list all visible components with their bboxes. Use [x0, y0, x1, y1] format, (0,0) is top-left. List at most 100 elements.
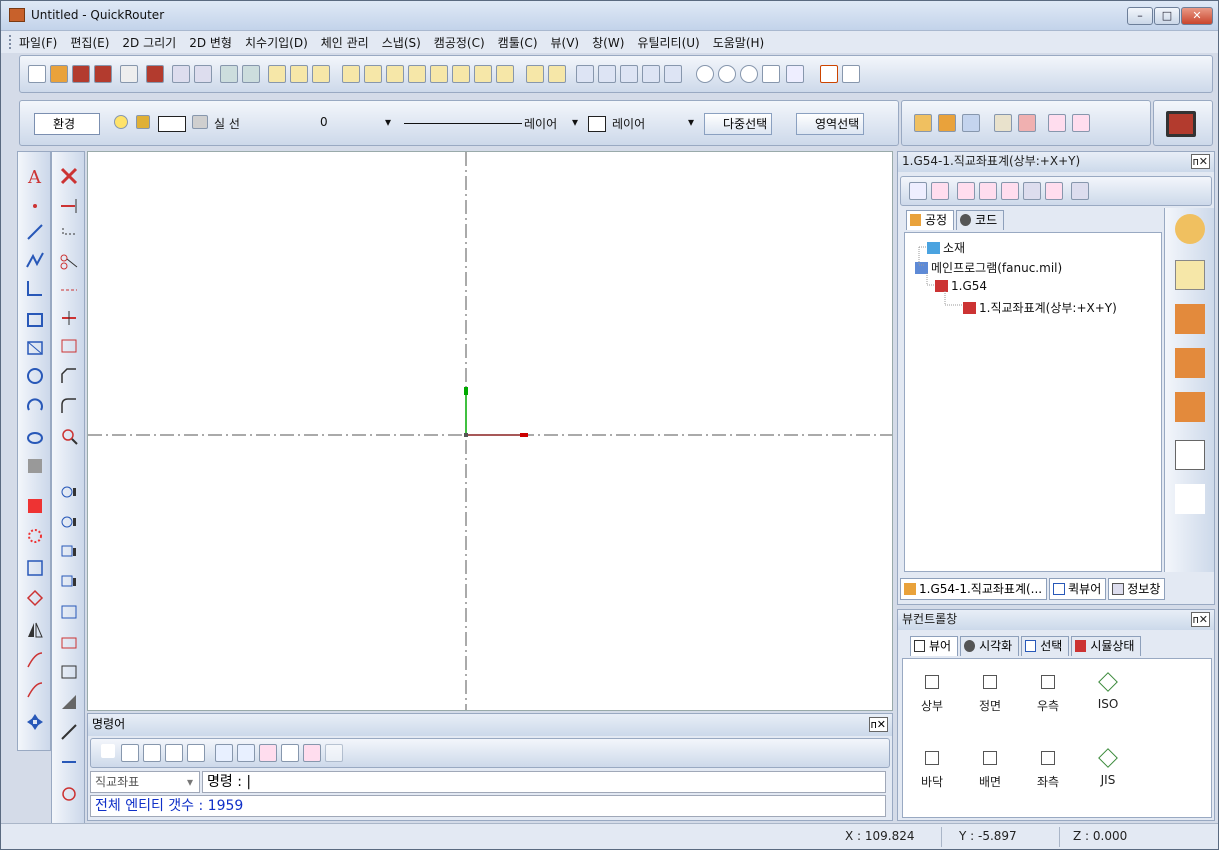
- layer-label-1[interactable]: 레이어: [524, 115, 557, 132]
- select-icon[interactable]: [268, 65, 286, 83]
- ucs-icon[interactable]: [548, 65, 566, 83]
- cmd-point-icon[interactable]: [101, 744, 115, 758]
- open-file-icon[interactable]: [50, 65, 68, 83]
- process-tool2-icon[interactable]: [979, 182, 997, 200]
- move-icon[interactable]: [25, 712, 45, 732]
- menu-cam-tool[interactable]: 캠툴(C): [498, 34, 538, 51]
- delete-icon[interactable]: [59, 166, 79, 186]
- cmd-shape-icon[interactable]: [259, 744, 277, 762]
- extend-icon[interactable]: [59, 196, 79, 216]
- pocket-island-icon[interactable]: [59, 632, 79, 652]
- view-control-pin-close-icon[interactable]: ᴨ✕: [1190, 612, 1210, 627]
- snap-triangle-icon[interactable]: [408, 65, 426, 83]
- close-button[interactable]: ✕: [1181, 7, 1213, 25]
- line-width-dropdown-icon[interactable]: ▾: [385, 115, 391, 129]
- tab-process-view[interactable]: 1.G54-1.직교좌표계(...: [900, 578, 1048, 600]
- zoom-in-icon[interactable]: [696, 65, 714, 83]
- circular-array-icon[interactable]: [25, 526, 45, 546]
- endmill-1-icon[interactable]: [1175, 304, 1205, 334]
- layer-dropdown-icon-2[interactable]: ▾: [688, 115, 694, 129]
- menu-cam-process[interactable]: 캠공정(C): [434, 34, 485, 51]
- line-draw-icon[interactable]: [25, 222, 45, 242]
- view-back-button[interactable]: 배면: [965, 751, 1015, 790]
- polyline-icon[interactable]: [842, 65, 860, 83]
- line-width-value[interactable]: 0: [320, 115, 328, 129]
- trim-icon[interactable]: [59, 224, 79, 244]
- snap-intersect-icon[interactable]: [496, 65, 514, 83]
- view-bottom-button[interactable]: 바닥: [907, 751, 957, 790]
- scissors-icon[interactable]: [59, 252, 79, 272]
- mirror-icon[interactable]: [25, 620, 45, 640]
- linetype-label[interactable]: 실 선: [214, 115, 240, 132]
- zoom-value-icon[interactable]: [576, 65, 594, 83]
- endmill-2-icon[interactable]: [1175, 348, 1205, 378]
- tab-code[interactable]: 코드: [956, 210, 1005, 230]
- lock-icon[interactable]: [136, 115, 150, 129]
- process-calc2-icon[interactable]: [931, 182, 949, 200]
- tab-visualize[interactable]: 시각화: [960, 636, 1020, 656]
- break-icon[interactable]: [59, 280, 79, 300]
- view-jis-button[interactable]: JIS: [1083, 748, 1133, 787]
- cmd-transform-icon[interactable]: [215, 744, 233, 762]
- menu-utility[interactable]: 유틸리티(U): [637, 34, 699, 51]
- select-line-icon[interactable]: [312, 65, 330, 83]
- select-window-icon[interactable]: [290, 65, 308, 83]
- chamfer-icon[interactable]: [59, 366, 79, 386]
- circle-icon[interactable]: [25, 366, 45, 386]
- snap-tangent-icon[interactable]: [430, 65, 448, 83]
- gear-icon[interactable]: [914, 114, 932, 132]
- process-settings-icon[interactable]: [1175, 214, 1205, 244]
- page-setup-icon[interactable]: [194, 65, 212, 83]
- coordinate-type-combo[interactable]: 직교좌표 ▾: [90, 771, 200, 793]
- vcarve-icon[interactable]: [1175, 440, 1205, 470]
- redraw-icon[interactable]: [786, 65, 804, 83]
- menu-help[interactable]: 도움말(H): [713, 34, 765, 51]
- zoom-xyz-icon[interactable]: [598, 65, 616, 83]
- contour-icon[interactable]: [59, 662, 79, 682]
- layer-color-box[interactable]: [588, 116, 606, 132]
- fillet-icon[interactable]: [59, 396, 79, 416]
- open-process-icon[interactable]: [938, 114, 956, 132]
- save-icon[interactable]: [72, 65, 90, 83]
- arc-icon[interactable]: [25, 394, 45, 414]
- process-tool5-icon[interactable]: [1045, 182, 1063, 200]
- scale-icon[interactable]: [25, 558, 45, 578]
- ellipse-icon[interactable]: [25, 428, 45, 448]
- toolpath-3-icon[interactable]: [59, 542, 79, 562]
- menu-view[interactable]: 뷰(V): [551, 34, 580, 51]
- save-process-icon[interactable]: [962, 114, 980, 132]
- snap-perp-icon[interactable]: [474, 65, 492, 83]
- engrave-text-icon[interactable]: [1175, 484, 1205, 514]
- menu-file[interactable]: 파일(F): [19, 34, 57, 51]
- zoom-all-icon[interactable]: [762, 65, 780, 83]
- divide-icon[interactable]: [59, 308, 79, 328]
- ortho-icon[interactable]: [526, 65, 544, 83]
- cmd-line-icon[interactable]: [121, 744, 139, 762]
- drill-icon[interactable]: [59, 752, 79, 772]
- process-tool3-icon[interactable]: [1001, 182, 1019, 200]
- tab-info[interactable]: 정보창: [1108, 578, 1166, 600]
- tab-select[interactable]: 선택: [1021, 636, 1070, 656]
- layer-dropdown-icon-1[interactable]: ▾: [572, 115, 578, 129]
- tab-quick-viewer[interactable]: 퀵뷰어: [1049, 578, 1107, 600]
- snap-circle-icon[interactable]: [452, 65, 470, 83]
- process-tool1-icon[interactable]: [957, 182, 975, 200]
- menu-snap[interactable]: 스냅(S): [382, 34, 421, 51]
- toolpath-1-icon[interactable]: [59, 482, 79, 502]
- area-select-button[interactable]: 영역선택: [796, 113, 865, 135]
- command-input[interactable]: 명령 : |: [202, 771, 886, 793]
- toolpath-4-icon[interactable]: [59, 572, 79, 592]
- line-icon[interactable]: [820, 65, 838, 83]
- zoom-ly-icon[interactable]: [664, 65, 682, 83]
- offset-icon[interactable]: [59, 336, 79, 356]
- cmd-diagonal-icon[interactable]: [165, 744, 183, 762]
- menu-dimension[interactable]: 치수기입(D): [245, 34, 308, 51]
- chain-line-icon[interactable]: [25, 278, 45, 298]
- tab-viewer[interactable]: 뷰어: [910, 636, 959, 656]
- menu-2d-draw[interactable]: 2D 그리기: [122, 34, 176, 51]
- rectangle-icon[interactable]: [25, 310, 45, 330]
- snap-end-icon[interactable]: [342, 65, 360, 83]
- rotate-icon[interactable]: [25, 588, 45, 608]
- view-iso-button[interactable]: ISO: [1083, 672, 1133, 711]
- endmill-3-icon[interactable]: [1175, 392, 1205, 422]
